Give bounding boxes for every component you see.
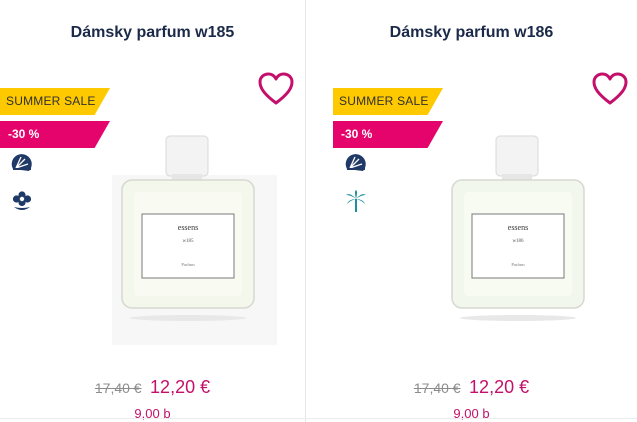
product-title[interactable]: Dámsky parfum w186 — [306, 24, 637, 42]
svg-text:w185: w185 — [182, 239, 194, 244]
price-row: 17,40 € 12,20 € — [0, 377, 305, 398]
svg-text:w186: w186 — [512, 239, 524, 244]
perfume-bottle-image: essens w186 Parfum — [451, 135, 585, 321]
product-title[interactable]: Dámsky parfum w185 — [0, 24, 305, 42]
sale-badge: SUMMER SALE — [333, 88, 443, 115]
svg-text:Parfum: Parfum — [181, 262, 195, 267]
bottom-divider — [0, 418, 637, 419]
product-grid: Dámsky parfum w185 SUMMER SALE -30 % ess… — [0, 0, 637, 422]
palm-icon — [346, 190, 366, 212]
perfume-bottle-image: essens w185 Parfum — [121, 135, 255, 321]
price-row: 17,40 € 12,20 € — [306, 377, 637, 398]
citrus-icon — [11, 154, 32, 171]
new-price: 12,20 € — [469, 377, 530, 397]
old-price: 17,40 € — [413, 379, 461, 396]
citrus-icon — [345, 154, 366, 171]
svg-text:essens: essens — [508, 223, 528, 232]
new-price: 12,20 € — [150, 377, 211, 397]
product-card[interactable]: Dámsky parfum w185 SUMMER SALE -30 % ess… — [0, 0, 305, 422]
discount-badge: -30 % — [333, 121, 443, 148]
flower-icon — [12, 191, 32, 210]
svg-text:Parfum: Parfum — [511, 262, 525, 267]
heart-icon[interactable] — [592, 72, 628, 106]
product-card[interactable]: Dámsky parfum w186 SUMMER SALE -30 % ess… — [306, 0, 637, 422]
svg-text:essens: essens — [178, 223, 198, 232]
discount-badge: -30 % — [0, 121, 110, 148]
sale-badge: SUMMER SALE — [0, 88, 110, 115]
old-price: 17,40 € — [94, 379, 142, 396]
heart-icon[interactable] — [258, 72, 294, 106]
